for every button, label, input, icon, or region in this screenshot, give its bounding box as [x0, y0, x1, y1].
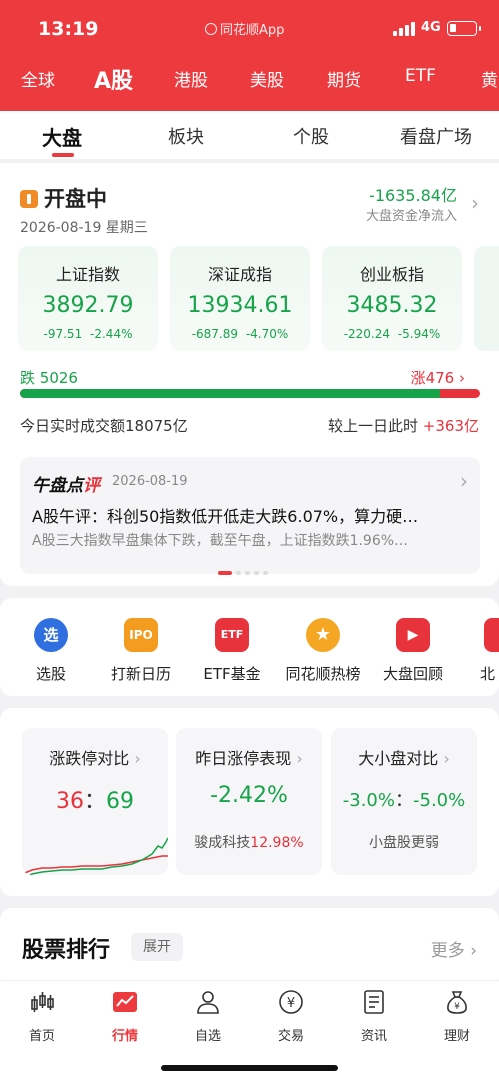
- limit-compare-card[interactable]: 涨跌停对比 › 36：69: [22, 728, 168, 875]
- star-badge-icon: ★: [306, 618, 340, 652]
- tool-market-review[interactable]: ▶ 大盘回顾: [366, 618, 460, 684]
- chevron-right-icon[interactable]: ›: [471, 191, 479, 215]
- more-link[interactable]: 更多 ›: [431, 936, 477, 961]
- status-bar: 13:19 同花顺App 4G: [0, 0, 499, 58]
- svg-text:¥: ¥: [287, 996, 295, 1011]
- nav-watchlist[interactable]: 自选: [178, 989, 238, 1044]
- tool-stock-picker[interactable]: 选 选股: [4, 618, 98, 684]
- market-status: 开盘中: [20, 183, 107, 213]
- tool-hot-list[interactable]: ★ 同花顺热榜: [276, 618, 370, 684]
- expand-button[interactable]: 展开: [131, 933, 183, 961]
- svg-text:¥: ¥: [454, 1002, 460, 1012]
- subtab-square[interactable]: 看盘广场: [400, 123, 472, 149]
- battery-icon: [447, 21, 481, 36]
- advance-decline-bar: [20, 389, 480, 398]
- turnover-compare: 较上一日此时 +363亿: [328, 417, 479, 435]
- tool-ipo-calendar[interactable]: IPO 打新日历: [94, 618, 188, 684]
- yen-icon: ¥: [279, 990, 303, 1014]
- yesterday-limit-card[interactable]: 昨日涨停表现 › -2.42% 骏成科技12.98%: [176, 728, 322, 875]
- chevron-right-icon[interactable]: ›: [460, 469, 468, 493]
- ranking-title: 股票排行: [22, 938, 111, 963]
- tools-row: 选 选股 IPO 打新日历 ETF ETF基金 ★ 同花顺热榜 ▶ 大盘回顾 北: [0, 598, 499, 696]
- midday-review-card[interactable]: 午盘点评 2026-08-19 › A股午评：科创50指数低开低走大跌6.07%…: [20, 457, 480, 575]
- index-card-next[interactable]: [474, 246, 499, 351]
- index-card-chinext[interactable]: 创业板指 3485.32 -220.24 -5.94%: [322, 246, 462, 351]
- tab-etf[interactable]: ETF: [405, 66, 436, 86]
- etf-icon: ETF: [215, 618, 249, 652]
- nav-news[interactable]: 资讯: [344, 989, 404, 1044]
- market-overview-card: 开盘中 2026-08-19 星期三 -1635.84亿 大盘资金净流入 › 上…: [0, 163, 499, 586]
- subtab-stocks[interactable]: 个股: [293, 123, 329, 149]
- net-flow-label: 大盘资金净流入: [365, 209, 457, 224]
- subtab-indicator: [52, 153, 74, 157]
- turnover-text: 今日实时成交额18075亿: [20, 417, 188, 435]
- news-title: A股午评：科创50指数低开低走大跌6.07%，算力硬…: [32, 507, 419, 526]
- tag-icon: [484, 618, 499, 652]
- top-header: 13:19 同花顺App 4G 全球 A股 港股 美股 期货 ETF 黄: [0, 0, 499, 111]
- sub-tabs: 大盘 板块 个股 看盘广场: [0, 111, 499, 159]
- candlestick-icon: [31, 992, 54, 1012]
- cap-size-compare-card[interactable]: 大小盘对比 › -3.0%：-5.0% 小盘股更弱: [331, 728, 477, 875]
- market-date: 2026-08-19 星期三: [20, 220, 148, 236]
- tool-etf-fund[interactable]: ETF ETF基金: [185, 618, 279, 684]
- tab-a-share[interactable]: A股: [94, 63, 133, 95]
- carousel-dots: [218, 560, 272, 575]
- signal-icon: [393, 22, 417, 36]
- status-time: 13:19: [38, 18, 99, 40]
- index-card-shanghai[interactable]: 上证指数 3892.79 -97.51 -2.44%: [18, 246, 158, 351]
- rise-count[interactable]: 涨476 ›: [411, 367, 465, 388]
- money-bag-icon: ¥: [447, 991, 467, 1014]
- calendar-icon: IPO: [124, 618, 158, 652]
- status-app-name: 同花顺App: [205, 19, 284, 38]
- market-open-icon: [20, 190, 38, 208]
- nav-quotes[interactable]: 行情: [95, 989, 155, 1044]
- app-logo-icon: [205, 23, 217, 35]
- nav-wealth[interactable]: ¥ 理财: [427, 989, 487, 1044]
- compare-section: 涨跌停对比 › 36：69 昨日涨停表现 › -2.42% 骏成科技12.98%…: [0, 708, 499, 896]
- net-flow-value[interactable]: -1635.84亿: [369, 182, 457, 206]
- nav-home[interactable]: 首页: [12, 989, 72, 1044]
- home-indicator: [161, 1065, 338, 1071]
- tab-global[interactable]: 全球: [21, 66, 55, 91]
- document-icon: [364, 990, 384, 1014]
- user-icon: [197, 991, 219, 1014]
- tab-us[interactable]: 美股: [250, 66, 284, 91]
- market-tabs: 全球 A股 港股 美股 期货 ETF 黄: [0, 66, 499, 102]
- news-date: 2026-08-19: [112, 474, 188, 489]
- fall-count: 跌 5026: [20, 369, 78, 387]
- tab-hk[interactable]: 港股: [174, 66, 208, 91]
- tool-northbound[interactable]: 北: [460, 618, 499, 684]
- decline-fill: [20, 389, 440, 398]
- tab-futures[interactable]: 期货: [327, 66, 361, 91]
- bottom-nav: 首页 行情 自选 ¥ 交易 资讯 ¥ 理财: [0, 980, 499, 1080]
- subtab-sectors[interactable]: 板块: [168, 123, 204, 149]
- network-type: 4G: [421, 20, 441, 35]
- midday-review-logo: 午盘点评: [32, 476, 100, 496]
- subtab-market[interactable]: 大盘: [42, 122, 82, 151]
- stock-ranking-section: 股票排行 展开 更多 ›: [0, 908, 499, 988]
- limit-trend-sparkline: [22, 837, 168, 875]
- nav-trade[interactable]: ¥ 交易: [261, 989, 321, 1044]
- search-stock-icon: 选: [34, 618, 68, 652]
- tab-gold[interactable]: 黄: [481, 66, 498, 91]
- play-chart-icon: ▶: [396, 618, 430, 652]
- news-summary: A股三大指数早盘集体下跌，截至午盘，上证指数跌1.96%…: [32, 533, 409, 549]
- index-card-shenzhen[interactable]: 深证成指 13934.61 -687.89 -4.70%: [170, 246, 310, 351]
- chart-icon: [113, 992, 137, 1012]
